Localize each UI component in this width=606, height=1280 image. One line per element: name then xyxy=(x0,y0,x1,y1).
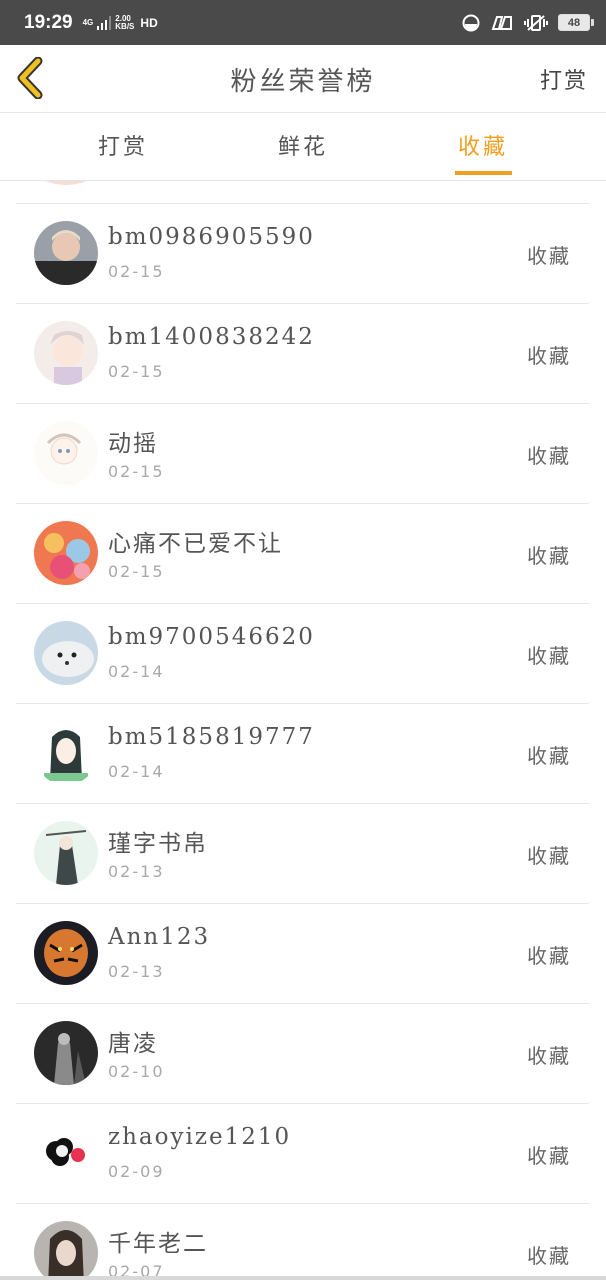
favorite-label: 收藏 xyxy=(527,744,571,768)
tab-bar: 打赏 鲜花 收藏 xyxy=(0,113,606,181)
list-item[interactable]: 心痛不已爱不让 02-15 收藏 xyxy=(16,503,589,603)
user-name: Ann123 xyxy=(108,924,211,950)
favorite-label: 收藏 xyxy=(527,944,571,968)
tab-flowers[interactable]: 鲜花 xyxy=(278,129,328,161)
user-name: bm1400838242 xyxy=(108,324,315,350)
network-type: 4G xyxy=(82,17,94,27)
favorite-label: 收藏 xyxy=(527,344,571,368)
list-item[interactable]: bm9700546620 02-14 收藏 xyxy=(16,603,589,703)
user-name: zhaoyize1210 xyxy=(108,1124,292,1150)
date: 02-09 xyxy=(108,1162,165,1181)
header-bar: 粉丝荣誉榜 打赏 xyxy=(0,45,606,113)
user-name: 千年老二 xyxy=(108,1231,208,1257)
do-not-disturb-icon xyxy=(462,14,480,31)
date: 02-15 xyxy=(108,562,165,581)
date: 02-14 xyxy=(108,662,165,681)
date: 02-13 xyxy=(108,862,165,881)
avatar xyxy=(34,821,98,885)
date: 02-15 xyxy=(108,262,165,281)
avatar xyxy=(34,721,98,785)
favorite-label: 收藏 xyxy=(527,644,571,668)
avatar xyxy=(34,621,98,685)
list-item[interactable]: Ann123 02-13 收藏 xyxy=(16,903,589,1003)
favorite-label: 收藏 xyxy=(527,1044,571,1068)
list-item[interactable]: 千年老二 02-07 收藏 xyxy=(16,1203,589,1280)
avatar xyxy=(34,1121,98,1185)
user-name: bm5185819777 xyxy=(108,724,315,750)
avatar xyxy=(34,1021,98,1085)
status-right-icons: 48 xyxy=(462,14,594,32)
list-item[interactable]: 瑾字书帛 02-13 收藏 xyxy=(16,803,589,903)
avatar xyxy=(34,921,98,985)
scroll-indicator xyxy=(0,1276,606,1280)
favorite-label: 收藏 xyxy=(527,444,571,468)
vibrate-icon xyxy=(524,14,548,31)
tab-reward[interactable]: 打赏 xyxy=(98,129,148,161)
date: 02-15 xyxy=(108,362,165,381)
avatar xyxy=(34,521,98,585)
page-title: 粉丝荣誉榜 xyxy=(230,67,376,97)
list-item[interactable]: bm0986905590 02-15 收藏 xyxy=(16,203,589,303)
date: 02-13 xyxy=(108,962,165,981)
list-item[interactable]: bm1400838242 02-15 收藏 xyxy=(16,303,589,403)
hd-badge: HD xyxy=(140,15,158,30)
user-name: 动摇 xyxy=(108,431,158,457)
network-speed: 2.00 KB/S xyxy=(115,13,135,31)
list-item[interactable]: 唐凌 02-10 收藏 xyxy=(16,1003,589,1103)
list-item[interactable]: bm5185819777 02-14 收藏 xyxy=(16,703,589,803)
favorite-label: 收藏 xyxy=(527,1244,571,1268)
favorite-label: 收藏 xyxy=(527,544,571,568)
date: 02-15 xyxy=(108,462,165,481)
active-tab-indicator xyxy=(455,171,512,175)
date: 02-10 xyxy=(108,1062,165,1081)
user-name: 唐凌 xyxy=(108,1031,158,1057)
favorite-label: 收藏 xyxy=(527,244,571,268)
user-name: bm9700546620 xyxy=(108,624,315,650)
status-time: 19:29 xyxy=(24,11,73,33)
favorite-label: 收藏 xyxy=(527,844,571,868)
favorite-label: 收藏 xyxy=(527,1144,571,1168)
avatar xyxy=(34,1221,98,1280)
date: 02-14 xyxy=(108,762,165,781)
fan-list[interactable]: bm0986905590 02-15 收藏 bm1400838242 02-15… xyxy=(16,181,589,1280)
user-name: 瑾字书帛 xyxy=(108,831,208,857)
reward-button[interactable]: 打赏 xyxy=(540,63,588,95)
tab-favorites[interactable]: 收藏 xyxy=(458,129,508,161)
signal-icon xyxy=(97,15,112,30)
battery-indicator: 48 xyxy=(558,14,594,31)
user-name: bm0986905590 xyxy=(108,224,315,250)
status-bar: 19:29 4G 2.00 KB/S HD 48 xyxy=(0,0,606,45)
user-name: 心痛不已爱不让 xyxy=(108,531,283,557)
avatar xyxy=(34,421,98,485)
game-mode-icon xyxy=(491,15,512,30)
list-item[interactable]: zhaoyize1210 02-09 收藏 xyxy=(16,1103,589,1203)
avatar xyxy=(34,321,98,385)
list-item[interactable]: 动摇 02-15 收藏 xyxy=(16,403,589,503)
network-indicator: 4G 2.00 KB/S HD xyxy=(82,13,158,31)
avatar xyxy=(34,221,98,285)
avatar xyxy=(34,181,98,185)
